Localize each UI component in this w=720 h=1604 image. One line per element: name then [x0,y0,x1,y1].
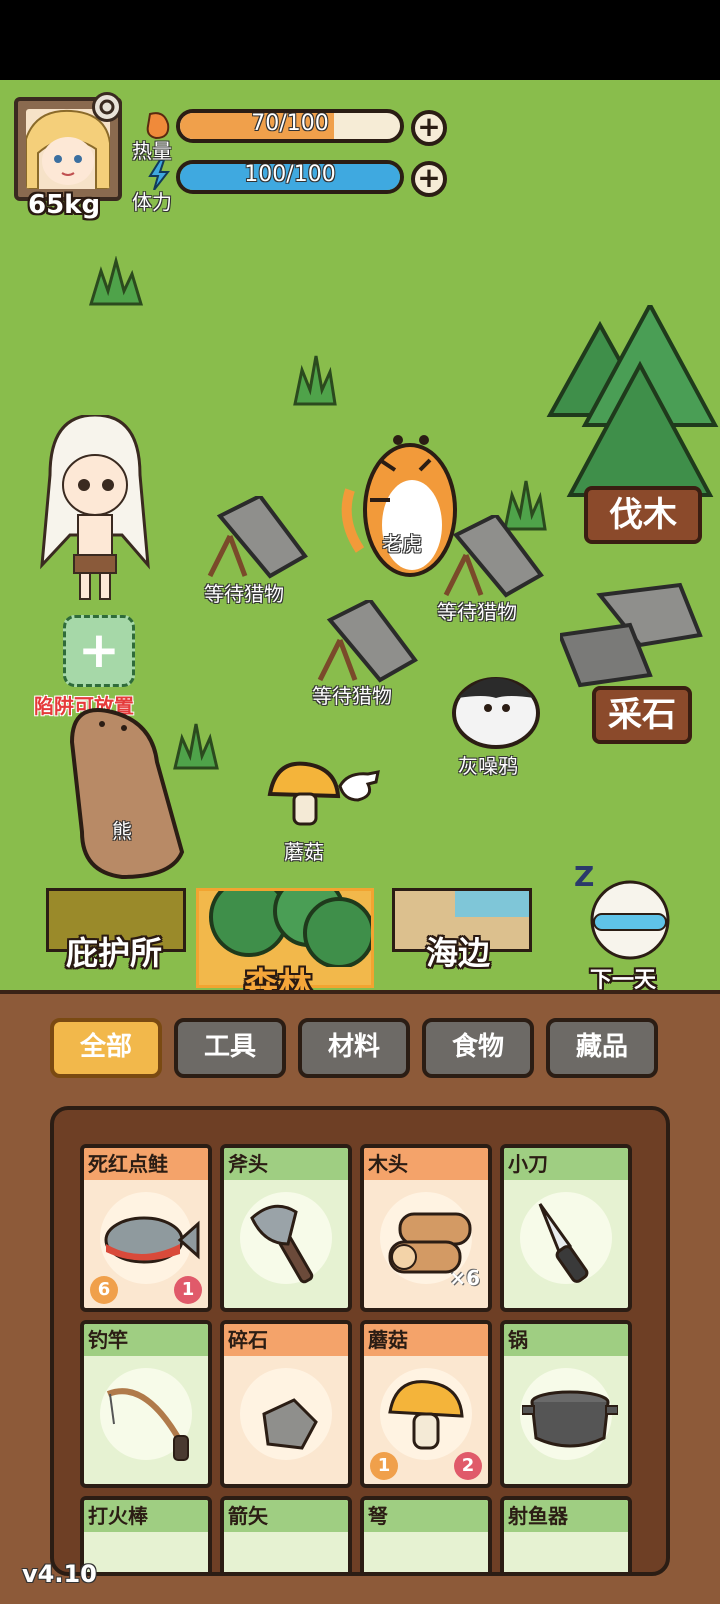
item-name: 射鱼器 [504,1500,628,1532]
heat-badge: 6 [90,1276,118,1304]
item-card[interactable]: 钓竿 [80,1320,212,1488]
sleeping-character-icon[interactable]: Z [570,856,690,966]
crow-icon[interactable] [448,668,544,752]
mushroom-icon[interactable] [266,760,346,830]
count-badge: 2 [454,1452,482,1480]
item-name: 锅 [504,1324,628,1356]
add-stamina-button[interactable]: + [411,161,447,197]
count-badge: 1 [174,1276,202,1304]
inventory-grid: 死红点鲑 6 1 斧头 木头 ×6 小刀 钓竿 碎石 蘑菇 1 2 锅 打火棒 … [50,1106,670,1576]
item-card[interactable]: 蘑菇 1 2 [360,1320,492,1488]
heat-badge: 1 [370,1452,398,1480]
add-heat-button[interactable]: + [411,110,447,146]
crow-label: 灰噪鸦 [458,754,518,778]
item-card[interactable]: 碎石 [220,1320,352,1488]
knife-icon [538,1203,589,1283]
stone-icon [262,1398,318,1450]
item-card[interactable]: 射鱼器 [500,1496,632,1572]
item-name: 木头 [364,1148,488,1180]
axe-icon [250,1204,314,1284]
grass-tuft-icon [293,355,337,406]
pointing-hand-icon [338,770,380,802]
item-name: 箭矢 [224,1500,348,1532]
bear-icon[interactable] [52,702,192,882]
quarry-sign[interactable]: 采石 [592,686,692,744]
tiger-label: 老虎 [382,532,422,556]
fish-icon [104,1216,200,1264]
item-name: 死红点鲑 [84,1148,208,1180]
item-card[interactable]: 打火棒 [80,1496,212,1572]
item-card[interactable]: 木头 ×6 [360,1144,492,1312]
stamina-bar: 100/100 [176,160,404,194]
rock-pile-icon [560,582,703,688]
player-weight: 65kg [28,190,101,220]
heat-value: 70/100 [251,111,329,136]
avatar [26,109,110,189]
item-card[interactable]: 死红点鲑 6 1 [80,1144,212,1312]
grass-tuft-icon [88,256,144,306]
heat-bar: 70/100 [176,109,404,143]
item-name: 打火棒 [84,1500,208,1532]
tab-materials[interactable]: 材料 [298,1018,410,1078]
tab-tools[interactable]: 工具 [174,1018,286,1078]
chop-wood-sign[interactable]: 伐木 [584,486,702,544]
item-name: 蘑菇 [364,1324,488,1356]
item-name: 弩 [364,1500,488,1532]
trap-icon[interactable] [310,600,420,690]
mushroom-icon [388,1380,464,1450]
pot-icon [522,1390,618,1448]
item-card[interactable]: 斧头 [220,1144,352,1312]
mushroom-label: 蘑菇 [284,840,324,864]
trap-status-label: 等待猎物 [312,684,392,708]
stamina-value: 100/100 [244,162,336,187]
add-trap-slot[interactable]: + [63,615,135,687]
item-name: 小刀 [504,1148,628,1180]
location-shelter-label: 庇护所 [66,934,163,972]
tab-collectibles[interactable]: 藏品 [546,1018,658,1078]
item-card[interactable]: 弩 [360,1496,492,1572]
trap-status-label: 等待猎物 [437,600,517,624]
player-character[interactable] [30,415,160,605]
item-name: 斧头 [224,1148,348,1180]
svg-text:Z: Z [574,860,594,893]
item-quantity: ×6 [449,1266,480,1290]
version-label: v4.10 [22,1560,97,1588]
item-name: 钓竿 [84,1324,208,1356]
item-name: 碎石 [224,1324,348,1356]
item-card[interactable]: 箭矢 [220,1496,352,1572]
stamina-label: 体力 [132,190,172,214]
item-card[interactable]: 小刀 [500,1144,632,1312]
item-card[interactable]: 锅 [500,1320,632,1488]
trap-icon[interactable] [436,515,546,605]
trap-icon[interactable] [200,496,310,586]
bear-label: 熊 [112,819,132,843]
fishing-rod-icon [106,1388,189,1461]
trap-status-label: 等待猎物 [204,582,284,606]
tab-all[interactable]: 全部 [50,1018,162,1078]
tab-food[interactable]: 食物 [422,1018,534,1078]
settings-gear-icon[interactable] [92,92,122,122]
location-beach-label: 海边 [426,934,491,972]
